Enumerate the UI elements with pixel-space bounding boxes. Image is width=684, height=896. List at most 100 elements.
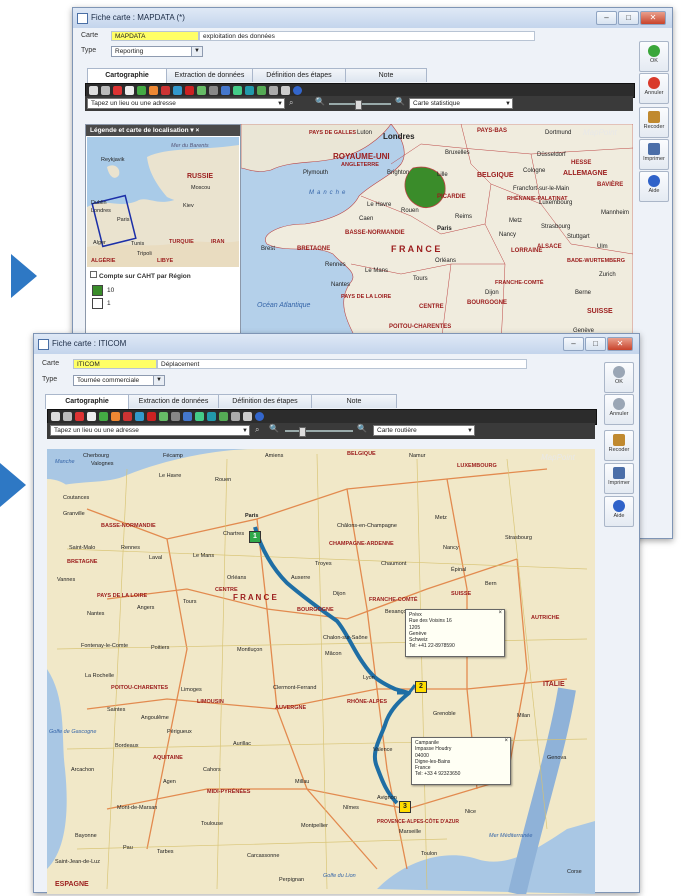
close-button[interactable]: ✕ bbox=[607, 337, 633, 351]
grid-icon[interactable] bbox=[159, 412, 168, 421]
tab-etapes[interactable]: Définition des étapes bbox=[218, 394, 312, 408]
zoom-slider[interactable] bbox=[329, 100, 391, 110]
route-icon[interactable] bbox=[171, 412, 180, 421]
zoom-in-icon[interactable]: 🔍 bbox=[357, 424, 367, 433]
flag-icon[interactable] bbox=[75, 412, 84, 421]
chart-icon[interactable] bbox=[137, 86, 146, 95]
zoom-out-icon[interactable]: 🔍 bbox=[269, 424, 279, 433]
carte-code-field[interactable]: MAPDATA bbox=[111, 31, 199, 41]
tab-extraction[interactable]: Extraction de données bbox=[128, 394, 219, 408]
route-stop-pin-2[interactable]: 2 bbox=[415, 681, 427, 693]
zoom-slider-knob[interactable] bbox=[355, 100, 362, 110]
carte-description-field[interactable]: exploitation des données bbox=[199, 31, 535, 41]
close-icon[interactable]: × bbox=[498, 610, 502, 616]
shield-icon[interactable] bbox=[185, 86, 194, 95]
ok-button[interactable]: OK bbox=[639, 41, 669, 72]
recode-button[interactable]: Recoder bbox=[604, 430, 634, 461]
help-icon[interactable] bbox=[293, 86, 302, 95]
chevron-down-icon[interactable]: ▼ bbox=[467, 426, 473, 436]
print-button[interactable]: Imprimer bbox=[639, 139, 669, 170]
save-icon[interactable] bbox=[51, 412, 60, 421]
road-map[interactable]: Manche Cherbourg Valognes Fécamp Le Havr… bbox=[47, 449, 595, 894]
route-icon[interactable] bbox=[209, 86, 218, 95]
chevron-down-icon[interactable]: ▼ bbox=[277, 99, 283, 109]
chevron-down-icon[interactable]: ▼ bbox=[505, 99, 511, 109]
legend-header[interactable]: Légende et carte de localisation ▾ × bbox=[86, 125, 240, 136]
save-icon[interactable] bbox=[89, 86, 98, 95]
address-callout-digne[interactable]: × Campanile Impasse Houdry 04000 Digne-l… bbox=[411, 737, 511, 785]
maximize-button[interactable]: □ bbox=[618, 11, 639, 25]
thematic-map[interactable]: PAYS DE GALLES ROYAUME-UNI ANGLETERRE Lo… bbox=[241, 124, 633, 344]
address-search-input[interactable]: Tapez un lieu ou une adresse ▼ bbox=[87, 98, 285, 109]
minimize-button[interactable]: – bbox=[596, 11, 617, 25]
search-icon[interactable]: ⌕ bbox=[255, 425, 259, 435]
ok-button[interactable]: OK bbox=[604, 362, 634, 393]
zoom-slider[interactable] bbox=[285, 427, 353, 437]
shield-icon[interactable] bbox=[147, 412, 156, 421]
route-stop-pin-1[interactable]: 1 bbox=[249, 531, 261, 543]
map-label: F R A N C E bbox=[391, 244, 441, 254]
map-style-select[interactable]: Carte statistique ▼ bbox=[409, 98, 513, 109]
arrows-icon[interactable] bbox=[233, 86, 242, 95]
undo-icon[interactable] bbox=[221, 86, 230, 95]
carte-description-field[interactable]: Déplacement bbox=[157, 359, 527, 369]
print-icon[interactable] bbox=[63, 412, 72, 421]
target-icon[interactable] bbox=[123, 412, 132, 421]
close-icon[interactable]: × bbox=[504, 738, 508, 744]
minimize-button[interactable]: – bbox=[563, 337, 584, 351]
print-icon[interactable] bbox=[101, 86, 110, 95]
type-select[interactable]: Tournée commerciale ▼ bbox=[73, 375, 165, 386]
close-button[interactable]: ✕ bbox=[640, 11, 666, 25]
cancel-button[interactable]: Annuler bbox=[639, 73, 669, 104]
zoom-slider-knob[interactable] bbox=[299, 427, 306, 437]
address-callout-geneva[interactable]: × Prévx Rue des Voisins 16 1205 Genève S… bbox=[405, 609, 505, 657]
chevron-down-icon[interactable]: ▼ bbox=[191, 47, 202, 56]
tab-note[interactable]: Note bbox=[311, 394, 397, 408]
route-stop-pin-3[interactable]: 3 bbox=[399, 801, 411, 813]
zoom-out-icon[interactable]: 🔍 bbox=[315, 97, 325, 106]
tab-cartographie[interactable]: Cartographie bbox=[87, 68, 167, 83]
target-icon[interactable] bbox=[161, 86, 170, 95]
pie-icon[interactable] bbox=[149, 86, 158, 95]
layers-icon[interactable] bbox=[125, 86, 134, 95]
print-button[interactable]: Imprimer bbox=[604, 463, 634, 494]
globe-icon[interactable] bbox=[135, 412, 144, 421]
chevron-down-icon[interactable]: ▼ bbox=[242, 426, 248, 436]
tab-extraction[interactable]: Extraction de données bbox=[166, 68, 253, 82]
globe-icon[interactable] bbox=[173, 86, 182, 95]
recode-button[interactable]: Recoder bbox=[639, 107, 669, 138]
table-icon[interactable] bbox=[219, 412, 228, 421]
flag-icon[interactable] bbox=[113, 86, 122, 95]
grid-icon[interactable] bbox=[197, 86, 206, 95]
table-icon[interactable] bbox=[257, 86, 266, 95]
arrows-icon[interactable] bbox=[195, 412, 204, 421]
chart-icon[interactable] bbox=[99, 412, 108, 421]
export-icon[interactable] bbox=[269, 86, 278, 95]
help-icon[interactable] bbox=[255, 412, 264, 421]
chevron-down-icon[interactable]: ▼ bbox=[153, 376, 164, 385]
carte-code-field[interactable]: ITICOM bbox=[73, 359, 157, 369]
expand-icon[interactable] bbox=[90, 271, 97, 278]
maximize-button[interactable]: □ bbox=[585, 337, 606, 351]
export-icon[interactable] bbox=[231, 412, 240, 421]
address-search-input[interactable]: Tapez un lieu ou une adresse ▼ bbox=[50, 425, 250, 436]
zoom-in-icon[interactable]: 🔍 bbox=[395, 97, 405, 106]
layers-icon[interactable] bbox=[87, 412, 96, 421]
tab-etapes[interactable]: Définition des étapes bbox=[252, 68, 346, 82]
map-label: Nice bbox=[465, 809, 477, 815]
map-style-select[interactable]: Carte routière ▼ bbox=[373, 425, 475, 436]
search-icon[interactable]: ⌕ bbox=[289, 98, 293, 108]
help-button[interactable]: Aide bbox=[604, 496, 634, 527]
cancel-button[interactable]: Annuler bbox=[604, 394, 634, 425]
undo-icon[interactable] bbox=[183, 412, 192, 421]
car-icon[interactable] bbox=[245, 86, 254, 95]
type-select[interactable]: Reporting ▼ bbox=[111, 46, 203, 57]
tab-note[interactable]: Note bbox=[345, 68, 427, 82]
help-button[interactable]: Aide bbox=[639, 171, 669, 202]
car-icon[interactable] bbox=[207, 412, 216, 421]
pie-icon[interactable] bbox=[111, 412, 120, 421]
edit-icon[interactable] bbox=[243, 412, 252, 421]
map-label: ESPAGNE bbox=[55, 881, 89, 888]
tab-cartographie[interactable]: Cartographie bbox=[45, 394, 129, 409]
edit-icon[interactable] bbox=[281, 86, 290, 95]
